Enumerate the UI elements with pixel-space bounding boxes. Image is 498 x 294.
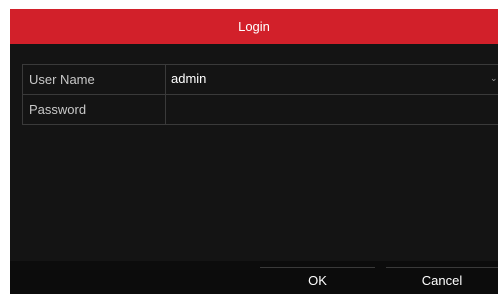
user-name-value: admin [171,71,207,86]
user-name-label: User Name [29,72,95,87]
login-form: User Name admin ⌄ Password [22,64,498,125]
ok-button[interactable]: OK [260,267,375,294]
password-row: Password [23,95,498,125]
user-name-row: User Name admin ⌄ [23,65,498,95]
dialog-footer: OK Cancel [10,261,498,294]
cancel-button[interactable]: Cancel [386,267,498,294]
chevron-down-icon[interactable]: ⌄ [490,65,498,94]
login-dialog: Login User Name admin ⌄ Password OK Canc… [10,9,498,294]
user-name-select[interactable]: admin ⌄ [165,65,498,94]
password-field[interactable] [165,95,498,124]
password-label: Password [29,102,87,117]
dialog-title: Login [10,9,498,44]
